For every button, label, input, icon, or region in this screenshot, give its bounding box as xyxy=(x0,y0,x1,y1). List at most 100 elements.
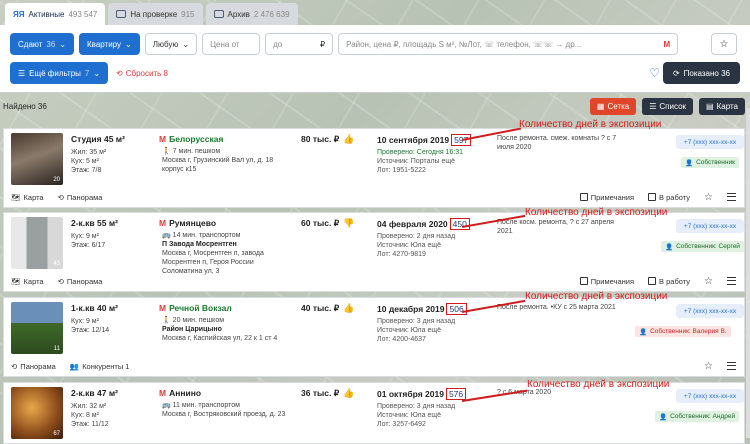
listing-comment: После косм. ремонта, ? с 27 апреля 2021 xyxy=(497,219,614,235)
scrollbar[interactable] xyxy=(746,108,750,438)
star-icon[interactable]: ☆ xyxy=(704,192,713,203)
listing-title[interactable]: 2-к.кв 47 м² xyxy=(71,388,118,398)
checked-status: Проверено: 3 дня назад xyxy=(377,318,456,325)
competitors-link[interactable]: 👥 Конкуренты 1 xyxy=(70,362,130,371)
menu-icon[interactable] xyxy=(727,362,736,370)
shown-results-button[interactable]: ⟳ Показано 36 xyxy=(662,62,740,84)
more-filters-button[interactable]: ☰ Ещё фильтры 7 ⌄ xyxy=(10,62,109,84)
phone-button[interactable]: +7 (xxx) xxx-xx-xx xyxy=(676,219,744,233)
panorama-link[interactable]: ⟲ Панорама xyxy=(58,277,103,286)
grid-view-button[interactable]: ▦ Сетка xyxy=(589,98,637,115)
favorites-button[interactable]: ☆ xyxy=(711,33,737,55)
sliders-icon: ☰ xyxy=(18,68,26,78)
source[interactable]: Источник: Юла ещё xyxy=(377,326,455,335)
photo-count: 11 xyxy=(53,346,60,352)
panorama-link[interactable]: ⟲ Панорама xyxy=(58,193,103,202)
saved-search-heart-icon[interactable]: ♡ xyxy=(649,66,660,80)
source[interactable]: Источник: Юла ещё xyxy=(377,241,455,250)
star-icon[interactable]: ☆ xyxy=(704,276,713,287)
currency-select[interactable]: ₽ xyxy=(320,40,325,49)
property-type-select[interactable]: Квартиру ⌄ xyxy=(79,33,140,55)
tab-archive[interactable]: Архив 2 476 639 xyxy=(205,3,298,25)
menu-icon[interactable] xyxy=(727,277,736,285)
listing-title[interactable]: 2-к.кв 55 м² xyxy=(71,218,118,228)
location: 🚶 20 мин. пешком Район Царицыно Москва г… xyxy=(162,316,292,343)
metro-name: Аннино xyxy=(169,388,202,398)
notes-button[interactable]: Примечания xyxy=(579,277,634,286)
tab-review[interactable]: На проверке 915 xyxy=(108,3,203,25)
price: 40 тыс. ₽ 👍 xyxy=(301,303,354,314)
to-work-button[interactable]: В работу xyxy=(648,277,690,286)
lot-number: Лот: 4270-9819 xyxy=(377,251,426,258)
notes-button[interactable]: Примечания xyxy=(579,193,634,202)
chevron-down-icon: ⌄ xyxy=(93,68,101,78)
listing-date: 04 февраля 2020 450 xyxy=(377,218,470,230)
location: 🚌 11 мин. транспортом Москва г, Востряко… xyxy=(162,401,292,419)
person-icon: 👤 xyxy=(639,328,648,336)
listing-title[interactable]: 1-к.кв 40 м² xyxy=(71,303,118,313)
metro-icon[interactable]: M xyxy=(663,40,670,49)
owner-badge: 👤 Собственник: Андрей xyxy=(655,411,740,422)
annotation-label: Количество дней в экспозиции xyxy=(525,207,668,218)
checked-status: Проверено: Сегодня 16:31 xyxy=(377,149,464,156)
map-icon: 🗺 xyxy=(11,276,21,286)
address: Москва г, Грузинский Вал ул, д. 18 корпу… xyxy=(162,157,274,173)
more-filters-count: 7 xyxy=(84,68,90,78)
map-link[interactable]: 🗺 Карта xyxy=(11,277,44,286)
source[interactable]: Источник: Порталы ещё xyxy=(377,157,463,166)
list-view-button[interactable]: ☰ Список xyxy=(642,98,694,115)
tab-active[interactable]: ЯЯ Активные 493 547 xyxy=(5,3,106,25)
panorama-360-icon: ⟲ xyxy=(57,276,64,286)
metro-icon: M xyxy=(159,218,167,228)
term-select[interactable]: Любую ⌄ xyxy=(144,33,198,55)
to-work-button[interactable]: В работу xyxy=(648,193,690,202)
chevron-down-icon: ⌄ xyxy=(125,39,132,49)
panorama-link[interactable]: ⟲ Панорама xyxy=(11,362,56,371)
chevron-down-icon: ⌄ xyxy=(182,39,190,49)
map-link[interactable]: 🗺 Карта xyxy=(11,193,44,202)
map-view-button[interactable]: ▤ Карта xyxy=(699,98,745,115)
phone-button[interactable]: +7 (xxx) xxx-xx-xx xyxy=(676,304,744,318)
source[interactable]: Источник: Юла ещё xyxy=(377,411,455,420)
reset-filters-button[interactable]: ⟲ Сбросить 8 xyxy=(116,69,168,78)
owner-badge: 👤 Собственник xyxy=(681,157,739,168)
phone-button[interactable]: +7 (xxx) xxx-xx-xx xyxy=(676,389,744,403)
tab-label: Активные xyxy=(28,9,65,19)
listing-photo[interactable]: 20 xyxy=(11,133,63,185)
listing-title[interactable]: Студия 45 м² xyxy=(71,134,125,144)
listing-photo[interactable]: 45 xyxy=(11,217,63,269)
tab-count: 915 xyxy=(181,9,195,19)
listing-card[interactable]: 11 1-к.кв 40 м² Кух: 9 м² Этаж: 12/14 MР… xyxy=(3,297,745,377)
lot-number: Лот: 1951-5222 xyxy=(377,167,426,174)
chevron-down-icon: ⌄ xyxy=(59,39,66,49)
price-value: 40 тыс. ₽ xyxy=(301,303,340,313)
thumb-up-icon: 👍 xyxy=(343,303,355,313)
price-to-input[interactable]: до ₽ xyxy=(265,33,334,55)
menu-icon[interactable] xyxy=(727,193,736,201)
listing-photo[interactable]: 11 xyxy=(11,302,63,354)
star-icon[interactable]: ☆ xyxy=(704,361,713,372)
listing-card[interactable]: 67 2-к.кв 47 м² Жил: 32 м² Кух: 8 м² Эта… xyxy=(3,382,745,444)
listing-card[interactable]: 20 Студия 45 м² Жил: 35 м² Кух: 5 м² Эта… xyxy=(3,128,745,208)
notes-icon xyxy=(579,277,588,285)
listing-date: 10 декабря 2019 506 xyxy=(377,303,467,315)
location: 🚌 14 мин. транспортом П Завода Мосрентге… xyxy=(162,231,292,276)
search-input[interactable]: Район, цена ₽, площадь S м², №Лот, ☏ тел… xyxy=(338,33,679,55)
map-view-label: Карта xyxy=(716,102,738,111)
price-from-input[interactable]: Цена от xyxy=(202,33,261,55)
checked-status: Проверено: 3 дня назад xyxy=(377,403,456,410)
phone-button[interactable]: +7 (xxx) xxx-xx-xx xyxy=(676,135,744,149)
reset-icon: ⟲ xyxy=(116,68,123,78)
walk-time: 20 мин. пешком xyxy=(172,317,225,324)
listing-card[interactable]: 45 2-к.кв 55 м² Кух: 9 м² Этаж: 6/17 M Ру… xyxy=(3,212,745,292)
date-value: 10 декабря 2019 xyxy=(377,304,445,314)
deal-type-select[interactable]: Сдают 36 ⌄ xyxy=(10,33,74,55)
map-icon: 🗺 xyxy=(11,192,21,202)
grid-view-label: Сетка xyxy=(607,102,630,111)
date-value: 04 февраля 2020 xyxy=(377,219,448,229)
photo-count: 20 xyxy=(53,177,60,183)
date-value: 01 октября 2019 xyxy=(377,389,444,399)
listing-photo[interactable]: 67 xyxy=(11,387,63,439)
filter-bar: Сдают 36 ⌄ Квартиру ⌄ Любую ⌄ Цена от до… xyxy=(0,25,750,93)
owner-label: Собственник: Валерия В. xyxy=(650,328,727,335)
